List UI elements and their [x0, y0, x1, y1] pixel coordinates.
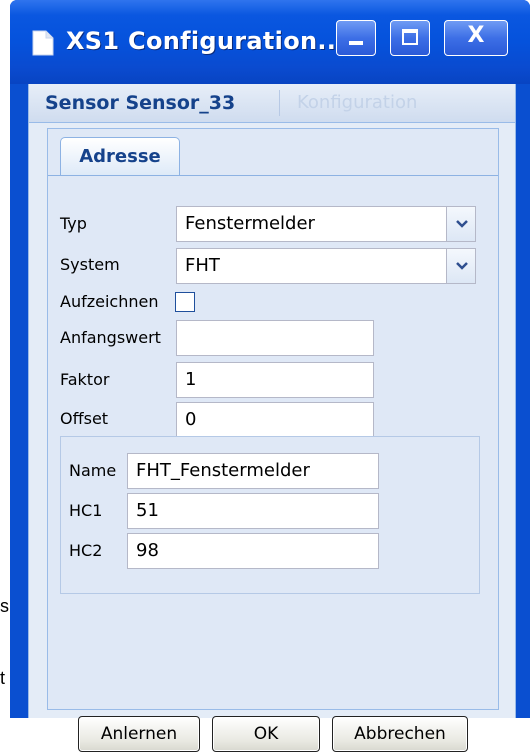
panel-header: Sensor Sensor_33 Konfiguration — [29, 84, 515, 123]
typ-label: Typ — [60, 214, 87, 233]
name-label: Name — [69, 461, 117, 480]
system-value: FHT — [185, 255, 220, 276]
hc1-input[interactable]: 51 — [127, 493, 379, 529]
background-text-fragment: t — [0, 668, 6, 688]
tab-adresse[interactable]: Adresse — [60, 137, 180, 175]
hc2-input[interactable]: 98 — [127, 533, 379, 569]
offset-label: Offset — [60, 409, 109, 428]
window-title: XS1 Configuration... — [66, 27, 346, 55]
fht-settings-group: Name FHT_Fenstermelder HC1 51 HC2 98 — [60, 436, 480, 594]
system-label: System — [60, 255, 120, 274]
offset-input[interactable]: 0 — [176, 402, 374, 438]
abbrechen-button[interactable]: Abbrechen — [332, 716, 468, 752]
hc2-label: HC2 — [69, 541, 103, 560]
tab-adresse-label: Adresse — [79, 146, 161, 167]
maximize-icon — [402, 29, 418, 45]
ok-button[interactable]: OK — [212, 716, 320, 752]
typ-value: Fenstermelder — [185, 213, 315, 234]
minimize-button[interactable] — [336, 20, 376, 56]
typ-select[interactable]: Fenstermelder — [176, 206, 476, 242]
system-dropdown-button[interactable] — [446, 249, 475, 283]
system-select[interactable]: FHT — [176, 248, 476, 284]
background-text-fragment: s — [0, 596, 9, 616]
aufzeichnen-label: Aufzeichnen — [60, 292, 159, 311]
tab-panel: Adresse Typ Fenstermelder System FHT Auf… — [47, 128, 499, 752]
button-bar: Anlernen OK Abbrechen — [48, 676, 498, 756]
title-bar[interactable]: XS1 Configuration... X — [10, 0, 530, 84]
dialog-window: XS1 Configuration... X Sensor Sensor_33 … — [10, 0, 530, 752]
anlernen-button[interactable]: Anlernen — [78, 716, 200, 752]
close-button[interactable]: X — [444, 20, 508, 56]
anfangswert-input[interactable] — [176, 320, 374, 356]
anfangswert-label: Anfangswert — [60, 328, 161, 347]
panel-header-divider — [279, 90, 280, 116]
address-form: Typ Fenstermelder System FHT Aufzeichnen… — [48, 176, 498, 752]
tab-strip: Adresse — [48, 129, 498, 176]
chevron-down-icon — [456, 220, 468, 228]
tab-konfiguration[interactable]: Konfiguration — [297, 92, 417, 113]
chevron-down-icon — [456, 262, 468, 270]
aufzeichnen-checkbox[interactable] — [175, 292, 195, 312]
typ-dropdown-button[interactable] — [446, 207, 475, 241]
close-icon: X — [467, 23, 485, 48]
dialog-client: Sensor Sensor_33 Konfiguration Adresse T… — [28, 84, 516, 752]
faktor-input[interactable]: 1 — [176, 362, 374, 398]
faktor-label: Faktor — [60, 370, 110, 389]
name-input[interactable]: FHT_Fenstermelder — [127, 453, 379, 489]
hc1-label: HC1 — [69, 501, 103, 520]
minimize-icon — [349, 41, 363, 45]
panel-title: Sensor Sensor_33 — [45, 92, 236, 114]
document-icon — [32, 30, 54, 56]
maximize-button[interactable] — [390, 20, 430, 56]
